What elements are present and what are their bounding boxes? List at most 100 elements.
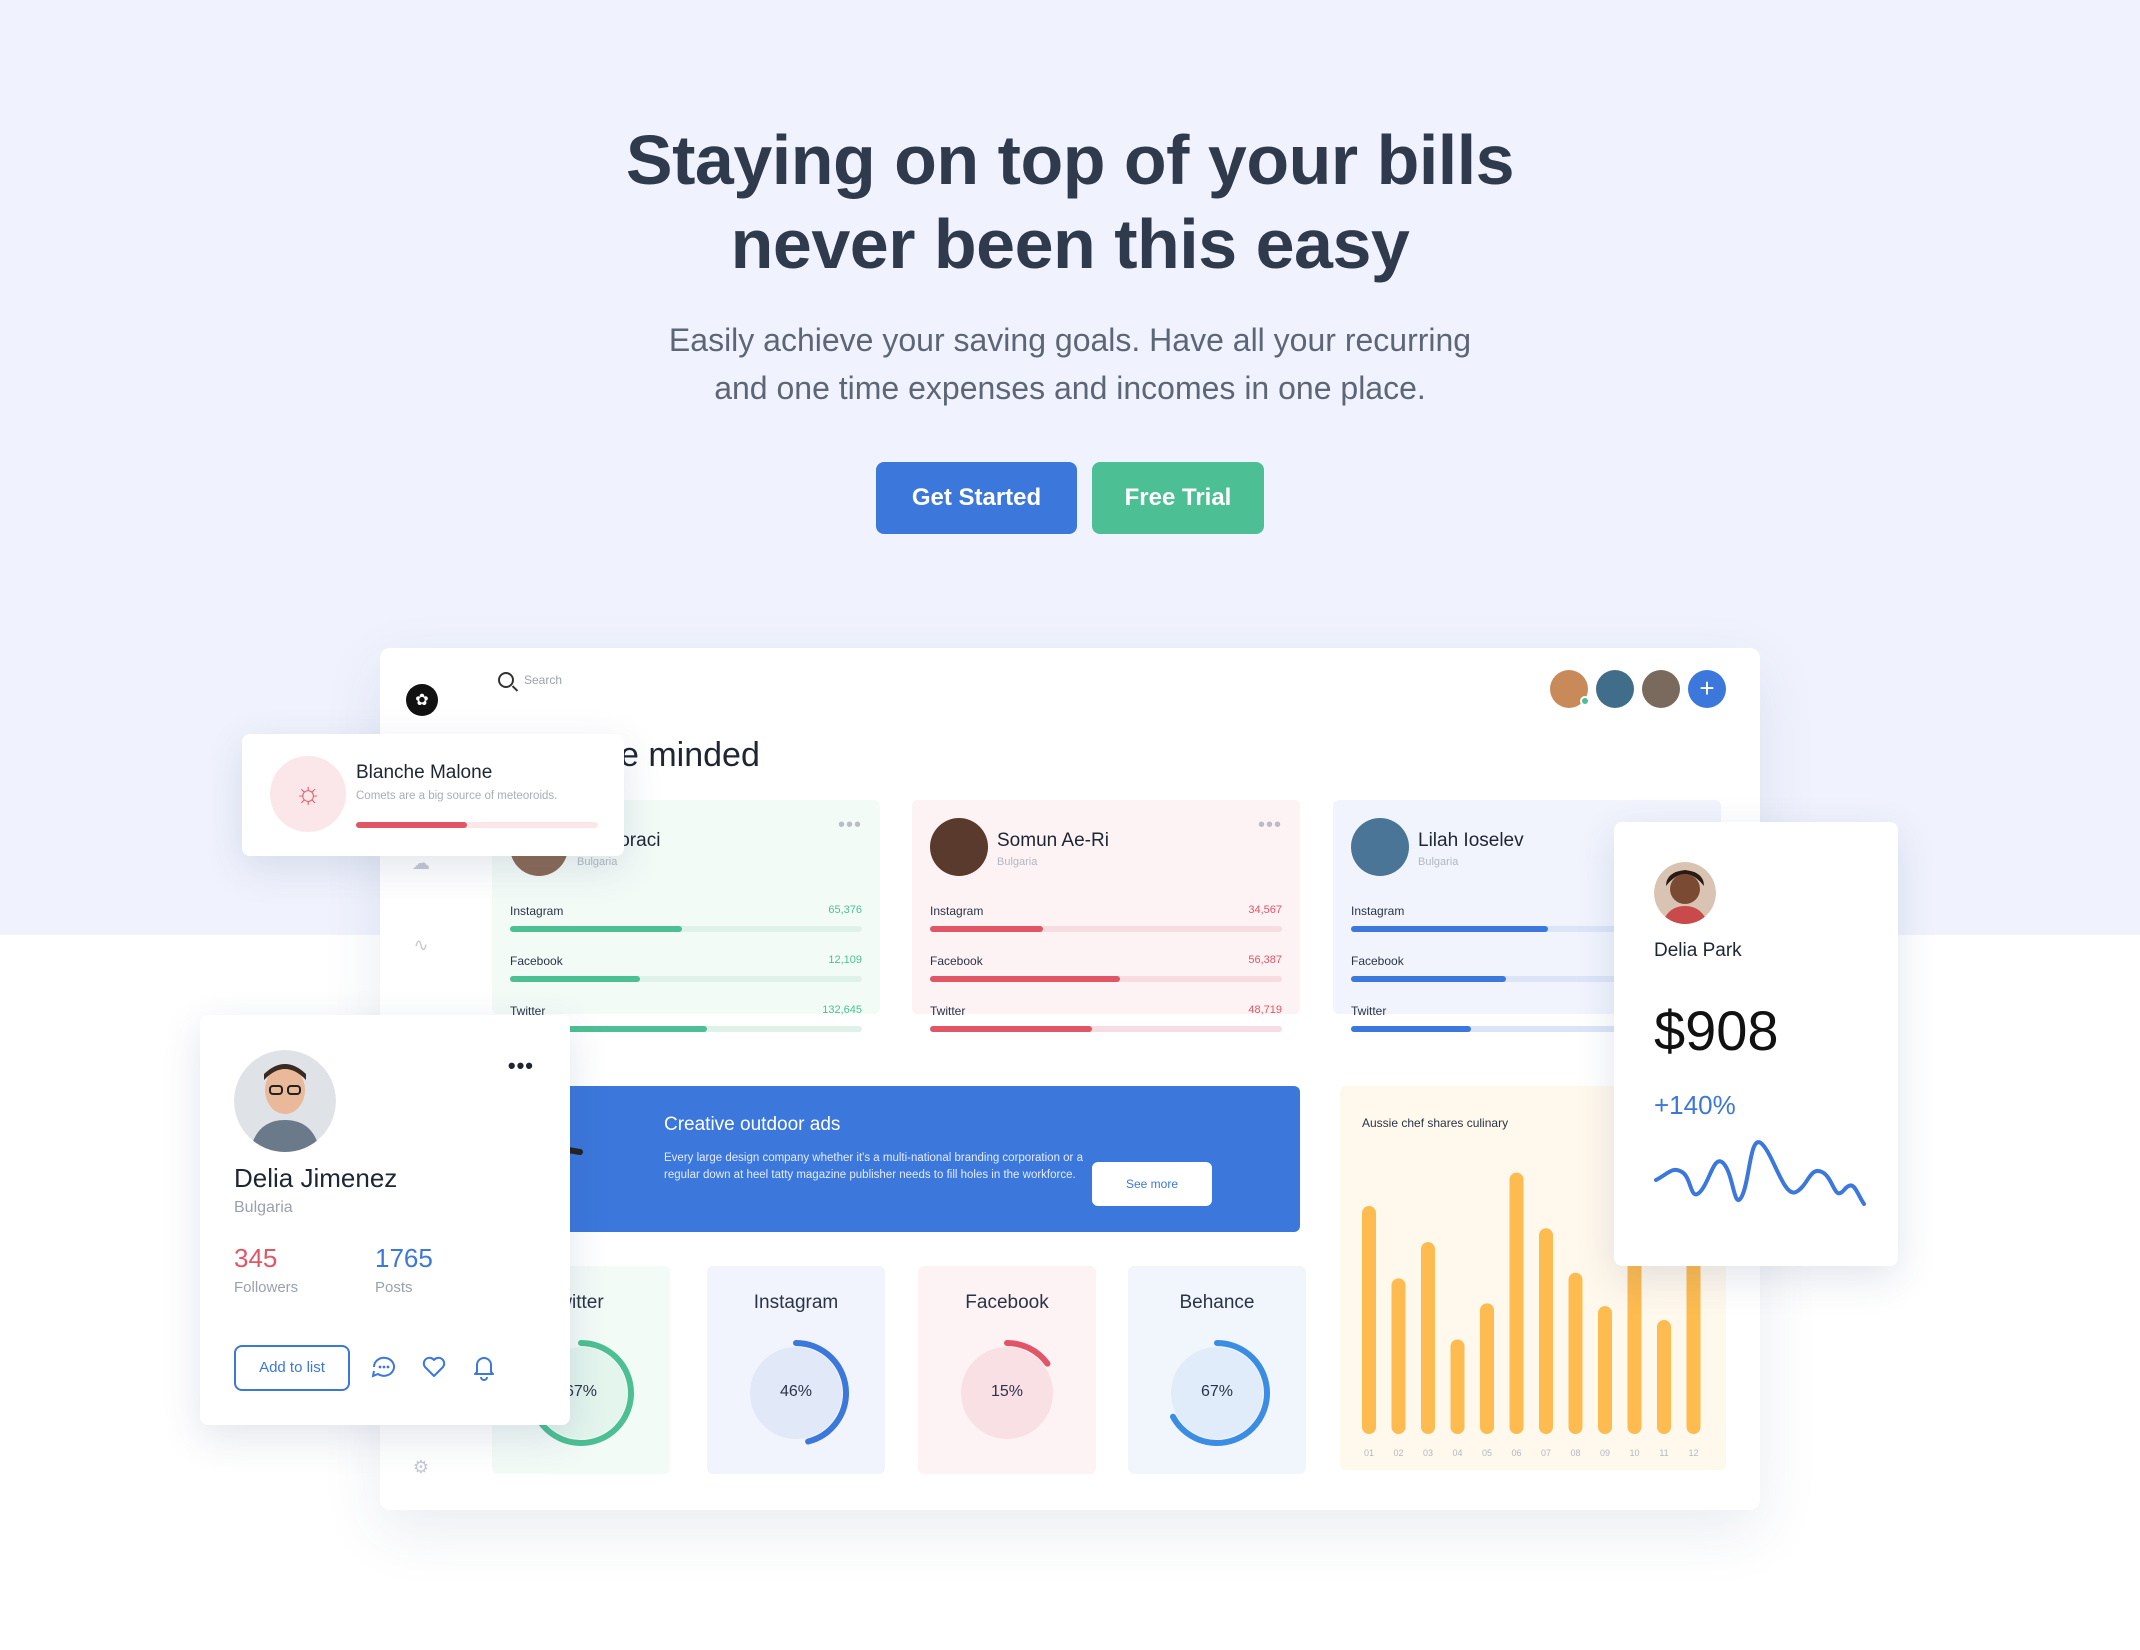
search-placeholder: Search: [524, 673, 563, 687]
bar[interactable]: [1568, 1272, 1583, 1434]
avatar[interactable]: [1654, 862, 1716, 924]
earnings-amount: $908: [1654, 999, 1779, 1062]
hero-subtitle: Easily achieve your saving goals. Have a…: [0, 316, 2140, 412]
more-options-icon[interactable]: •••: [838, 814, 862, 837]
activity-icon[interactable]: ∿: [410, 934, 432, 956]
x-tick-label: 03: [1423, 1448, 1433, 1458]
bar[interactable]: [1480, 1303, 1494, 1434]
free-trial-button[interactable]: Free Trial: [1092, 462, 1264, 534]
avatar[interactable]: [1596, 670, 1634, 708]
bar[interactable]: [1509, 1172, 1524, 1434]
metric-fill: [930, 976, 1121, 982]
bar[interactable]: [1539, 1228, 1553, 1434]
x-tick-label: 08: [1570, 1448, 1580, 1458]
posts-count: 1765: [375, 1243, 433, 1273]
x-tick-label: 01: [1364, 1448, 1374, 1458]
avatar[interactable]: [1550, 670, 1590, 708]
social-stat-card[interactable]: Facebook 15%: [918, 1266, 1096, 1474]
heart-icon[interactable]: [420, 1353, 448, 1381]
metric-label: Facebook: [1351, 954, 1404, 968]
banner-title: Creative outdoor ads: [664, 1114, 841, 1135]
notification-progress-fill: [356, 822, 468, 828]
earnings-name: Delia Park: [1654, 940, 1742, 961]
notification-progress-track: [356, 822, 598, 828]
app-logo[interactable]: ✿: [406, 684, 438, 716]
metric-value: 132,645: [822, 1004, 862, 1016]
hero-subtitle-line2: and one time expenses and incomes in one…: [714, 370, 1426, 406]
bar[interactable]: [1362, 1206, 1376, 1434]
x-tick-label: 09: [1600, 1448, 1610, 1458]
avatar[interactable]: [1351, 818, 1409, 876]
settings-icon[interactable]: ⚙: [410, 1456, 432, 1478]
avatar[interactable]: [1642, 670, 1680, 708]
card-user-name: Somun Ae-Ri: [997, 830, 1109, 851]
metric-fill: [510, 976, 641, 982]
avatar[interactable]: [930, 818, 988, 876]
notification-card[interactable]: ☼ Blanche Malone Comets are a big source…: [242, 734, 624, 856]
avatar[interactable]: [234, 1050, 336, 1152]
social-stat-percent: 67%: [1200, 1383, 1234, 1400]
metric-track: [510, 976, 862, 982]
metric-fill: [1351, 926, 1549, 932]
promo-banner: Creative outdoor ads Every large design …: [520, 1086, 1300, 1232]
metric-fill: [930, 926, 1043, 932]
get-started-button[interactable]: Get Started: [876, 462, 1077, 534]
hero-title: Staying on top of your bills never been …: [0, 118, 2140, 286]
x-tick-label: 05: [1482, 1448, 1492, 1458]
posts-label: Posts: [375, 1279, 413, 1296]
profile-location: Bulgaria: [234, 1199, 293, 1216]
metric-track: [930, 1026, 1282, 1032]
metric-fill: [1351, 976, 1506, 982]
hero-title-line1: Staying on top of your bills: [625, 121, 1515, 199]
followers-count: 345: [234, 1243, 278, 1273]
section-title: e minded: [620, 736, 760, 774]
search-icon: [498, 672, 514, 688]
notification-name: Blanche Malone: [356, 762, 493, 783]
bar[interactable]: [1421, 1242, 1435, 1434]
metric-track: [930, 976, 1282, 982]
metric-track: [930, 926, 1282, 932]
earnings-card: Delia Park $908 +140%: [1614, 822, 1898, 1266]
followers-label: Followers: [234, 1279, 299, 1296]
x-tick-label: 07: [1541, 1448, 1551, 1458]
x-tick-label: 04: [1452, 1448, 1462, 1458]
profile-name: Delia Jimenez: [234, 1163, 398, 1193]
metric-fill: [510, 926, 683, 932]
bar[interactable]: [1450, 1339, 1465, 1434]
metric-label: Instagram: [510, 904, 564, 918]
bell-icon[interactable]: [470, 1353, 498, 1381]
more-options-icon[interactable]: •••: [1258, 814, 1282, 837]
x-tick-label: 10: [1629, 1448, 1639, 1458]
chat-icon[interactable]: [370, 1353, 398, 1381]
metric-label: Twitter: [1351, 1004, 1387, 1018]
metric-label: Twitter: [930, 1004, 966, 1018]
metric-label: Facebook: [930, 954, 983, 968]
card-user-location: Bulgaria: [997, 856, 1038, 868]
more-options-icon[interactable]: •••: [508, 1053, 534, 1079]
bar[interactable]: [1657, 1320, 1671, 1434]
metric-label: Instagram: [1351, 904, 1405, 918]
social-stat-percent: 15%: [990, 1383, 1024, 1400]
x-tick-label: 11: [1659, 1448, 1668, 1458]
metric-value: 48,719: [1248, 1004, 1282, 1016]
profile-card: ••• Delia Jimenez Bulgaria 345 Followers…: [200, 1015, 570, 1425]
x-tick-label: 06: [1511, 1448, 1521, 1458]
metric-label: Instagram: [930, 904, 984, 918]
see-more-button[interactable]: See more: [1092, 1162, 1212, 1206]
bar[interactable]: [1391, 1278, 1406, 1434]
metric-fill: [1351, 1026, 1471, 1032]
team-avatars: +: [1550, 670, 1726, 708]
social-stat-title: Instagram: [753, 1292, 839, 1313]
social-stat-card[interactable]: Behance 67%: [1128, 1266, 1306, 1474]
hero-title-line2: never been this easy: [730, 205, 1410, 283]
user-card[interactable]: Somun Ae-Ri Bulgaria ••• Instagram 34,567 Fac…: [912, 800, 1300, 1032]
add-to-list-button[interactable]: Add to list: [234, 1345, 350, 1391]
hero-subtitle-line1: Easily achieve your saving goals. Have a…: [668, 322, 1472, 358]
social-stat-card[interactable]: Instagram 46%: [707, 1266, 885, 1474]
bar[interactable]: [1598, 1306, 1612, 1434]
search-bar[interactable]: Search: [498, 672, 562, 688]
x-tick-label: 02: [1393, 1448, 1403, 1458]
social-stat-title: Behance: [1179, 1292, 1255, 1313]
add-member-button[interactable]: +: [1688, 670, 1726, 708]
social-stat-title: Facebook: [965, 1292, 1049, 1313]
